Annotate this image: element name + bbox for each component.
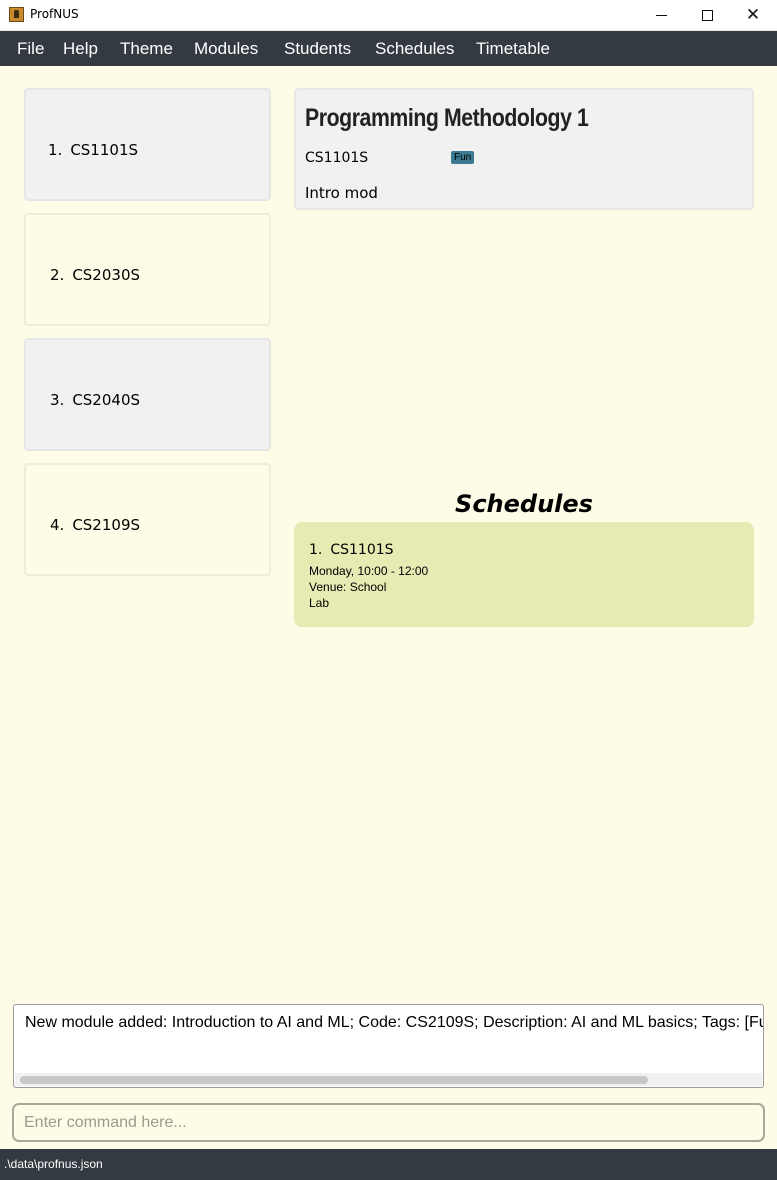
app-icon (9, 7, 24, 22)
schedule-type: Lab (309, 596, 330, 610)
minimize-icon (655, 14, 667, 16)
module-list-item[interactable]: 1. CS1101S (24, 88, 271, 201)
module-list-label: 3. CS2040S (50, 391, 140, 409)
schedule-venue: Venue: School (309, 580, 387, 594)
window-title-bar[interactable]: ProfNUS ✕ (0, 0, 777, 31)
menu-schedules[interactable]: Schedules (375, 31, 454, 66)
maximize-icon (701, 9, 713, 21)
schedules-heading: Schedules (455, 490, 593, 518)
result-text: New module added: Introduction to AI and… (25, 1014, 764, 1031)
module-detail-description: Intro mod (305, 184, 378, 202)
module-code: CS2109S (72, 516, 141, 534)
module-tag-badge: Fun (451, 151, 475, 164)
minimize-button[interactable] (638, 0, 684, 30)
menu-theme[interactable]: Theme (120, 31, 173, 66)
module-code: CS2040S (72, 391, 141, 409)
window-title: ProfNUS (30, 7, 79, 21)
module-list-label: 4. CS2109S (50, 516, 140, 534)
schedule-time: Monday, 10:00 - 12:00 (309, 564, 429, 578)
schedule-card[interactable]: 1. CS1101S Monday, 10:00 - 12:00 Venue: S… (294, 522, 754, 627)
command-input[interactable] (24, 1105, 744, 1140)
command-box (12, 1103, 765, 1142)
module-code: CS1101S (70, 141, 139, 159)
result-horizontal-scrollbar[interactable] (15, 1073, 762, 1086)
result-display[interactable]: New module added: Introduction to AI and… (13, 1004, 764, 1088)
maximize-button[interactable] (684, 0, 730, 30)
menu-bar: File Help Theme Modules Students Schedul… (0, 31, 777, 66)
menu-help[interactable]: Help (63, 31, 98, 66)
module-detail-code: CS1101S (305, 150, 369, 166)
module-index: 2. (50, 266, 65, 284)
menu-modules[interactable]: Modules (194, 31, 258, 66)
scrollbar-thumb[interactable] (20, 1076, 648, 1084)
status-bar: .\data\profnus.json (0, 1149, 777, 1180)
module-list-item[interactable]: 4. CS2109S (24, 463, 271, 576)
menu-file[interactable]: File (17, 31, 44, 66)
close-icon: ✕ (745, 5, 761, 25)
module-list-item[interactable]: 2. CS2030S (24, 213, 271, 326)
schedule-index: 1. (309, 542, 323, 558)
menu-timetable[interactable]: Timetable (476, 31, 550, 66)
module-list-label: 1. CS1101S (48, 141, 138, 159)
save-file-path: .\data\profnus.json (4, 1157, 103, 1171)
module-list-item[interactable]: 3. CS2040S (24, 338, 271, 451)
module-index: 4. (50, 516, 65, 534)
close-button[interactable]: ✕ (730, 0, 776, 30)
menu-students[interactable]: Students (284, 31, 351, 66)
module-index: 3. (50, 391, 65, 409)
module-list-label: 2. CS2030S (50, 266, 140, 284)
module-detail-card: Programming Methodology 1 CS1101S Fun In… (294, 88, 754, 210)
schedule-code: CS1101S (330, 542, 394, 558)
schedule-title: 1. CS1101S (309, 542, 394, 558)
module-code: CS2030S (72, 266, 141, 284)
module-detail-title: Programming Methodology 1 (305, 104, 589, 132)
module-index: 1. (48, 141, 63, 159)
